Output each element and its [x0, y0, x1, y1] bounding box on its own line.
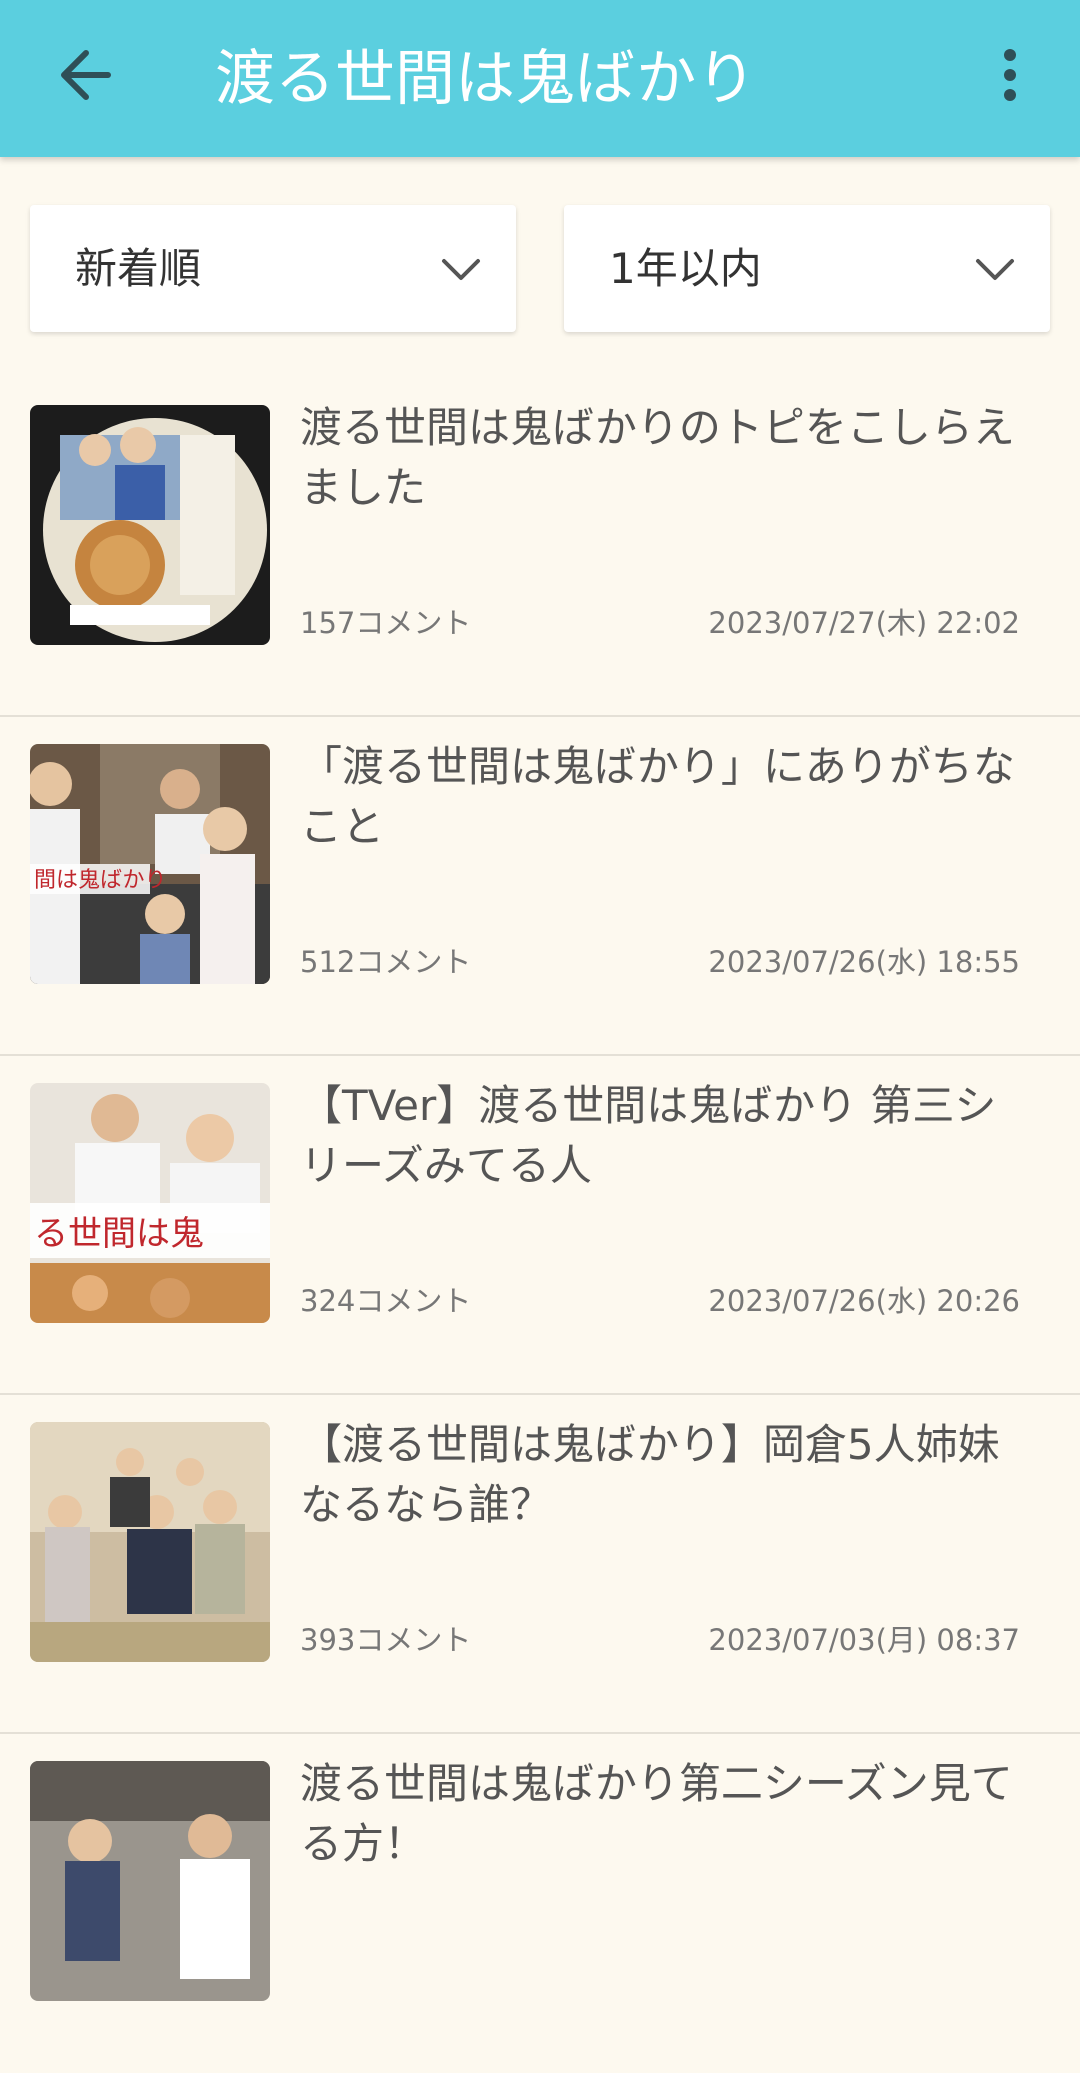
page-title: 渡る世間は鬼ばかり: [215, 44, 757, 114]
thumbnail-image: る世間は鬼: [30, 1083, 270, 1323]
thumbnail-image: [30, 1422, 270, 1662]
comment-count: 324コメント: [300, 1284, 472, 1318]
more-vertical-icon: [1004, 49, 1016, 101]
topic-item[interactable]: 【渡る世間は鬼ばかり】岡倉5人姉妹なるなら誰？ 393コメント 2023/07/…: [0, 1395, 1080, 1734]
topic-title: 【TVer】渡る世間は鬼ばかり 第三シリーズみてる人: [300, 1081, 997, 1190]
period-value: 1年以内: [609, 244, 762, 293]
more-options-button[interactable]: [985, 30, 1035, 120]
chevron-down-icon: [442, 259, 480, 280]
topic-thumbnail: [30, 405, 270, 645]
thumbnail-image: 間は鬼ばかり: [30, 744, 270, 984]
arrow-left-icon: [61, 50, 111, 100]
topic-thumbnail: [30, 1422, 270, 1662]
post-date: 2023/07/27(木) 22:02: [708, 606, 1020, 640]
post-date: 2023/07/03(月) 08:37: [708, 1623, 1020, 1657]
back-button[interactable]: [42, 30, 132, 120]
sort-order-select[interactable]: 新着順: [30, 205, 516, 332]
chevron-down-icon: [976, 259, 1014, 280]
period-select[interactable]: 1年以内: [564, 205, 1050, 332]
topic-thumbnail: る世間は鬼: [30, 1083, 270, 1323]
topic-list: 渡る世間は鬼ばかりのトピをこしらえました 157コメント 2023/07/27(…: [0, 378, 1080, 2073]
svg-text:る世間は鬼: る世間は鬼: [34, 1214, 204, 1254]
topic-thumbnail: [30, 1761, 270, 2001]
app-bar: 渡る世間は鬼ばかり: [0, 0, 1080, 157]
sort-order-value: 新着順: [75, 244, 202, 293]
thumbnail-image: [30, 1761, 270, 2001]
topic-title: 「渡る世間は鬼ばかり」にありがちなこと: [300, 742, 1015, 851]
topic-item[interactable]: る世間は鬼 【TVer】渡る世間は鬼ばかり 第三シリーズみてる人 324コメント…: [0, 1056, 1080, 1395]
topic-thumbnail: 間は鬼ばかり: [30, 744, 270, 984]
comment-count: 157コメント: [300, 606, 472, 640]
topic-item[interactable]: 渡る世間は鬼ばかりのトピをこしらえました 157コメント 2023/07/27(…: [0, 378, 1080, 717]
post-date: 2023/07/26(水) 20:26: [708, 1284, 1020, 1318]
topic-title: 【渡る世間は鬼ばかり】岡倉5人姉妹なるなら誰？: [300, 1420, 1000, 1529]
svg-text:間は鬼ばかり: 間は鬼ばかり: [34, 868, 166, 893]
thumbnail-image: [30, 405, 270, 645]
comment-count: 393コメント: [300, 1623, 472, 1657]
topic-title: 渡る世間は鬼ばかりのトピをこしらえました: [300, 403, 1015, 512]
topic-item[interactable]: 間は鬼ばかり 「渡る世間は鬼ばかり」にありがちなこと 512コメント 2023/…: [0, 717, 1080, 1056]
topic-title: 渡る世間は鬼ばかり第二シーズン見てる方！: [300, 1759, 1013, 1868]
topic-item[interactable]: 渡る世間は鬼ばかり第二シーズン見てる方！: [0, 1734, 1080, 2073]
post-date: 2023/07/26(水) 18:55: [708, 945, 1020, 979]
comment-count: 512コメント: [300, 945, 472, 979]
